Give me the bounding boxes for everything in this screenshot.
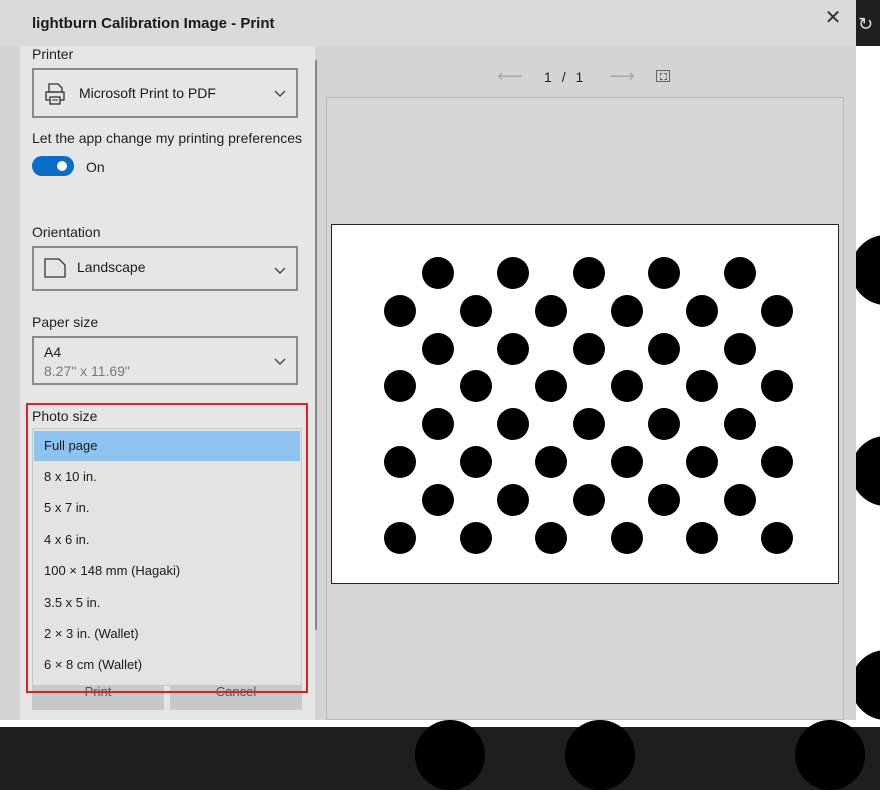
calibration-dot <box>686 295 718 327</box>
calibration-dot <box>724 333 756 365</box>
orientation-label: Orientation <box>32 224 101 240</box>
printer-select[interactable]: Microsoft Print to PDF <box>32 68 298 118</box>
page-separator: / <box>561 69 566 85</box>
calibration-dot <box>573 257 605 289</box>
calibration-dot <box>611 446 643 478</box>
calibration-dot <box>724 257 756 289</box>
calibration-dot <box>724 408 756 440</box>
arrow-right-icon[interactable]: ⟶ <box>609 66 635 87</box>
chevron-down-icon <box>274 90 286 97</box>
calibration-dot <box>761 370 793 402</box>
chevron-down-icon <box>274 358 286 365</box>
calibration-dot <box>497 257 529 289</box>
page-icon <box>44 258 66 278</box>
calibration-dot <box>422 484 454 516</box>
paper-size-value: A4 <box>44 344 62 360</box>
calibration-dot <box>460 446 492 478</box>
calibration-dot <box>724 484 756 516</box>
orientation-select[interactable]: Landscape <box>32 246 298 291</box>
orientation-value: Landscape <box>77 259 146 275</box>
calibration-dot <box>686 522 718 554</box>
calibration-dot <box>648 333 680 365</box>
calibration-dot <box>497 408 529 440</box>
background-dot <box>856 436 880 506</box>
background-app <box>856 0 880 727</box>
calibration-dot <box>648 257 680 289</box>
close-icon[interactable]: ✕ <box>822 8 844 30</box>
calibration-dot <box>460 295 492 327</box>
calibration-dot <box>384 522 416 554</box>
calibration-dot <box>573 484 605 516</box>
calibration-dot <box>535 370 567 402</box>
calibration-dot <box>761 295 793 327</box>
calibration-dot <box>535 446 567 478</box>
calibration-dot <box>611 295 643 327</box>
calibration-dot <box>573 333 605 365</box>
calibration-dot <box>648 408 680 440</box>
calibration-dot <box>460 370 492 402</box>
preview-page <box>331 224 839 584</box>
highlight-annotation-box <box>26 403 308 693</box>
toggle-state-label: On <box>86 159 105 175</box>
total-pages: 1 <box>575 69 584 85</box>
calibration-dot <box>611 522 643 554</box>
background-dot <box>415 720 485 790</box>
preferences-toggle[interactable] <box>32 156 74 176</box>
page-counter: 1 / 1 <box>544 69 583 85</box>
calibration-dot <box>611 370 643 402</box>
calibration-dot <box>686 446 718 478</box>
printer-value: Microsoft Print to PDF <box>79 85 216 101</box>
calibration-dot <box>573 408 605 440</box>
calibration-dot <box>497 333 529 365</box>
background-app-bottom <box>0 720 880 790</box>
fit-to-window-icon[interactable] <box>656 70 670 82</box>
calibration-dot <box>497 484 529 516</box>
paper-size-dimensions: 8.27" x 11.69" <box>44 363 130 379</box>
calibration-dot <box>686 370 718 402</box>
current-page: 1 <box>544 69 552 85</box>
arrow-left-icon[interactable]: ⟵ <box>497 66 523 87</box>
refresh-icon[interactable]: ↻ <box>858 14 878 34</box>
paper-size-select[interactable]: A4 8.27" x 11.69" <box>32 336 298 385</box>
calibration-dot <box>384 295 416 327</box>
calibration-dot <box>761 446 793 478</box>
background-dot <box>856 235 880 305</box>
calibration-dot <box>535 522 567 554</box>
calibration-dot <box>422 257 454 289</box>
printer-label: Printer <box>32 46 74 62</box>
calibration-dot <box>648 484 680 516</box>
panel-scrollbar[interactable] <box>315 60 317 630</box>
calibration-dot <box>460 522 492 554</box>
background-dot <box>565 720 635 790</box>
calibration-dot <box>535 295 567 327</box>
calibration-dot <box>384 446 416 478</box>
preferences-label: Let the app change my printing preferenc… <box>32 130 303 146</box>
background-dot <box>856 650 880 720</box>
dialog-header: lightburn Calibration Image - Print ✕ <box>0 0 856 46</box>
calibration-dot <box>422 333 454 365</box>
calibration-dot <box>761 522 793 554</box>
calibration-dot <box>384 370 416 402</box>
calibration-dot <box>422 408 454 440</box>
chevron-down-icon <box>274 267 286 274</box>
paper-size-label: Paper size <box>32 314 99 330</box>
printer-icon <box>45 83 65 105</box>
print-dialog: lightburn Calibration Image - Print ✕ Pr… <box>0 0 856 720</box>
dialog-title: lightburn Calibration Image - Print <box>32 15 275 32</box>
background-dot <box>795 720 865 790</box>
toggle-knob <box>57 161 67 171</box>
